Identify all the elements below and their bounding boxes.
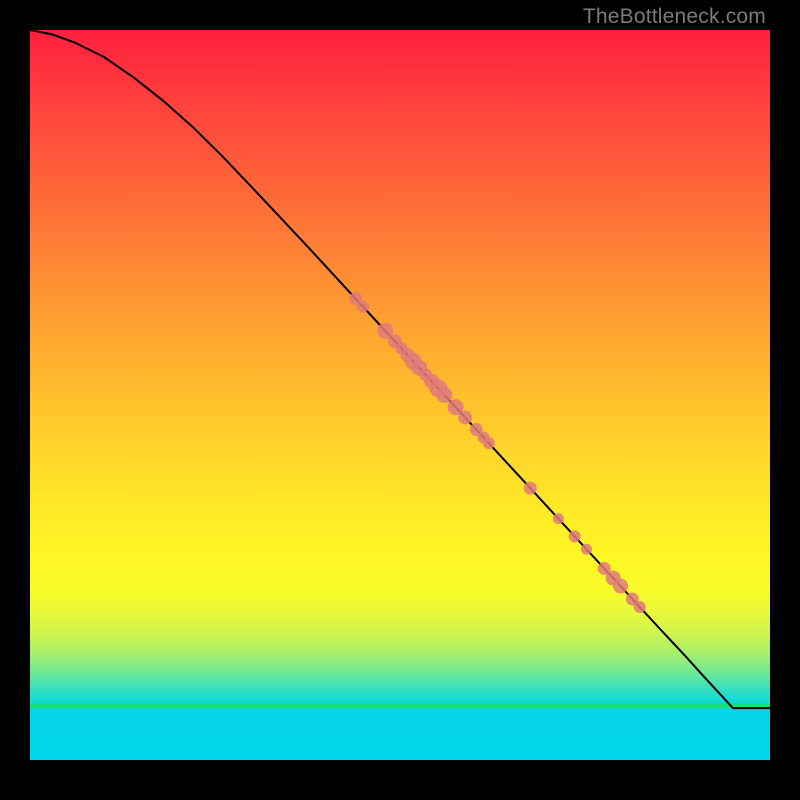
marker-point [436,387,452,403]
frame-left [0,0,30,800]
marker-point [357,301,369,313]
frame-right [770,0,800,800]
marker-point [634,601,646,613]
marker-point [483,437,495,449]
marker-point [553,513,564,524]
marker-point [458,410,472,424]
curve-overlay [30,30,770,760]
marker-point [581,544,592,555]
frame-bottom [0,760,800,800]
chart-stage: TheBottleneck.com [0,0,800,800]
plot-area [30,30,770,760]
marker-point [569,530,581,542]
watermark-text: TheBottleneck.com [583,5,766,29]
bottleneck-curve-path [30,30,770,708]
marker-point [613,579,628,594]
marker-point [524,482,537,495]
